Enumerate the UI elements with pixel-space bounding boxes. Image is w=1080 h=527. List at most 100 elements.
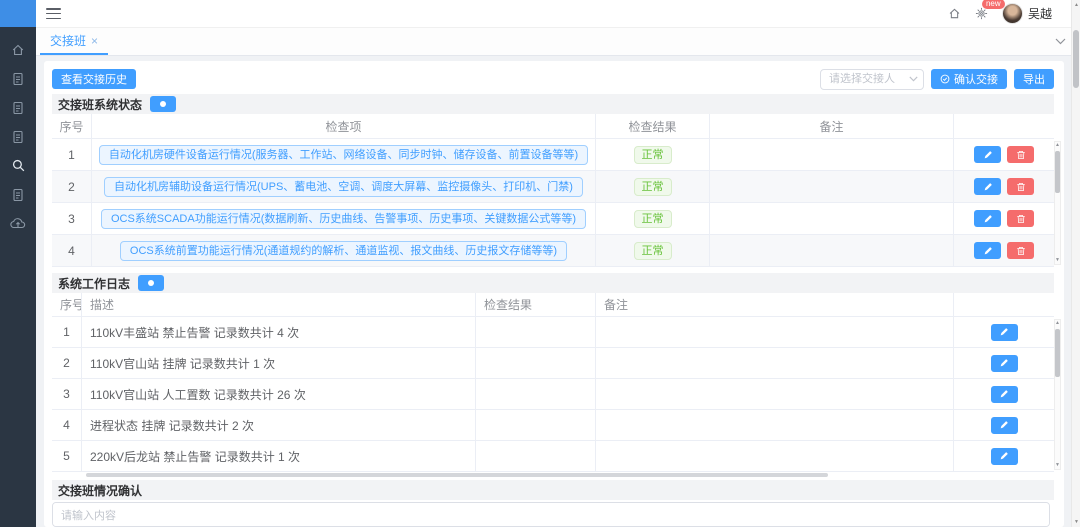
result-cell — [476, 317, 596, 347]
sidebar-item-doc-4[interactable] — [0, 180, 36, 209]
scroll-down-arrow-icon[interactable]: ▼ — [1055, 462, 1060, 469]
row-index: 1 — [52, 317, 82, 347]
status-badge: 正常 — [634, 210, 672, 228]
scrollbar-thumb[interactable] — [1073, 30, 1079, 88]
tab-close-icon[interactable]: × — [91, 35, 98, 47]
row-index: 3 — [52, 379, 82, 409]
sidebar-nav — [0, 27, 36, 238]
table-row: 2 自动化机房辅助设备运行情况(UPS、蓄电池、空调、调度大屏幕、监控摄像头、打… — [52, 171, 1054, 203]
table-row: 2 110kV官山站 挂牌 记录数共计 1 次 — [52, 348, 1054, 379]
result-cell — [476, 410, 596, 440]
row-index: 2 — [52, 348, 82, 378]
edit-button[interactable] — [991, 417, 1018, 434]
delete-button[interactable] — [1007, 210, 1034, 227]
content-area: 查看交接历史 确认交接 — [36, 56, 1080, 527]
remark-cell — [710, 139, 954, 170]
col-header-actions — [954, 293, 1054, 316]
col-header-result: 检查结果 — [476, 293, 596, 316]
status-badge: 正常 — [634, 178, 672, 196]
sidebar-item-search[interactable] — [0, 151, 36, 180]
dot-icon — [148, 280, 154, 286]
top-header: new 吴越 — [36, 0, 1080, 28]
result-cell — [476, 379, 596, 409]
tabbar-chevron-down-icon[interactable] — [1055, 28, 1066, 55]
handover-person-select[interactable] — [820, 69, 924, 90]
remark-cell — [596, 348, 954, 378]
settings-button[interactable]: new — [975, 7, 988, 20]
user-menu[interactable]: 吴越 — [1002, 3, 1052, 24]
delete-button[interactable] — [1007, 178, 1034, 195]
sidebar-item-upload[interactable] — [0, 209, 36, 238]
check-circle-icon — [940, 74, 950, 84]
card-toolbar: 查看交接历史 确认交接 — [52, 67, 1054, 91]
table-scrollbar: ▲ ▼ — [1054, 141, 1061, 265]
tab-bar: 交接班 × — [36, 28, 1080, 56]
col-header-desc: 描述 — [82, 293, 476, 316]
section-work-log-header: 系统工作日志 — [52, 273, 1054, 293]
edit-button[interactable] — [991, 355, 1018, 372]
document-icon — [11, 188, 25, 202]
document-icon — [11, 130, 25, 144]
scroll-up-arrow-icon[interactable]: ▲ — [1055, 320, 1060, 327]
edit-button[interactable] — [991, 324, 1018, 341]
scrollbar-thumb[interactable] — [1055, 329, 1060, 377]
delete-button[interactable] — [1007, 146, 1034, 163]
log-description: 220kV后龙站 禁止告警 记录数共计 1 次 — [82, 441, 476, 471]
result-cell — [476, 348, 596, 378]
cut-off-row — [44, 522, 1064, 527]
table-row: 3 110kV官山站 人工置数 记录数共计 26 次 — [52, 379, 1054, 410]
new-badge: new — [982, 0, 1005, 9]
export-button[interactable]: 导出 — [1014, 69, 1054, 89]
user-name: 吴越 — [1028, 5, 1052, 22]
remark-cell — [596, 441, 954, 471]
scrollbar-thumb[interactable] — [1055, 151, 1060, 193]
sidebar-item-home[interactable] — [0, 35, 36, 64]
scrollbar-thumb[interactable] — [86, 473, 828, 477]
edit-button[interactable] — [974, 146, 1001, 163]
home-shortcut-button[interactable] — [948, 7, 961, 20]
table-scrollbar: ▲ ▼ — [1054, 319, 1061, 470]
col-header-result: 检查结果 — [596, 114, 710, 138]
scroll-down-arrow-icon[interactable]: ▼ — [1073, 519, 1080, 525]
main-area: new 吴越 交接班 × 查看交接历史 — [36, 0, 1080, 527]
scroll-up-arrow-icon[interactable]: ▲ — [1073, 2, 1080, 8]
row-index: 4 — [52, 235, 92, 266]
sidebar-item-doc-1[interactable] — [0, 64, 36, 93]
section-title: 系统工作日志 — [58, 275, 130, 292]
edit-button[interactable] — [974, 178, 1001, 195]
remark-cell — [710, 171, 954, 202]
remark-cell — [710, 203, 954, 234]
document-icon — [11, 72, 25, 86]
edit-button[interactable] — [974, 242, 1001, 259]
house-icon — [948, 7, 961, 20]
app-logo — [0, 0, 36, 27]
work-log-table: 序号 描述 检查结果 备注 1 110kV丰盛站 禁止告警 记录数共计 4 次 — [52, 293, 1054, 472]
scroll-down-arrow-icon[interactable]: ▼ — [1055, 257, 1060, 264]
delete-button[interactable] — [1007, 242, 1034, 259]
check-item-chip: 自动化机房硬件设备运行情况(服务器、工作站、网络设备、同步时钟、储存设备、前置设… — [99, 145, 588, 165]
edit-button[interactable] — [991, 448, 1018, 465]
confirm-handover-label: 确认交接 — [954, 71, 998, 87]
sidebar-item-doc-2[interactable] — [0, 93, 36, 122]
row-index: 4 — [52, 410, 82, 440]
add-log-item-button[interactable] — [138, 275, 164, 291]
view-history-button[interactable]: 查看交接历史 — [52, 69, 136, 89]
add-status-item-button[interactable] — [150, 96, 176, 112]
handover-person-select-input[interactable] — [820, 69, 924, 90]
hamburger-menu-icon[interactable] — [46, 8, 61, 19]
col-header-no: 序号 — [52, 293, 82, 316]
tab-handover[interactable]: 交接班 × — [40, 28, 108, 55]
table-row: 3 OCS系统SCADA功能运行情况(数据刷新、历史曲线、告警事项、历史事项、关… — [52, 203, 1054, 235]
edit-button[interactable] — [974, 210, 1001, 227]
scroll-up-arrow-icon[interactable]: ▲ — [1055, 142, 1060, 149]
sidebar — [0, 0, 36, 527]
row-index: 5 — [52, 441, 82, 471]
log-description: 110kV官山站 挂牌 记录数共计 1 次 — [82, 348, 476, 378]
confirm-handover-button[interactable]: 确认交接 — [931, 69, 1007, 89]
sidebar-item-doc-3[interactable] — [0, 122, 36, 151]
table-row: 5 220kV后龙站 禁止告警 记录数共计 1 次 — [52, 441, 1054, 472]
toolbar-right: 确认交接 导出 — [820, 69, 1054, 90]
edit-button[interactable] — [991, 386, 1018, 403]
check-item-chip: OCS系统前置功能运行情况(通道规约的解析、通道监视、报文曲线、历史报文存储等等… — [120, 241, 567, 261]
col-header-actions — [954, 114, 1054, 138]
